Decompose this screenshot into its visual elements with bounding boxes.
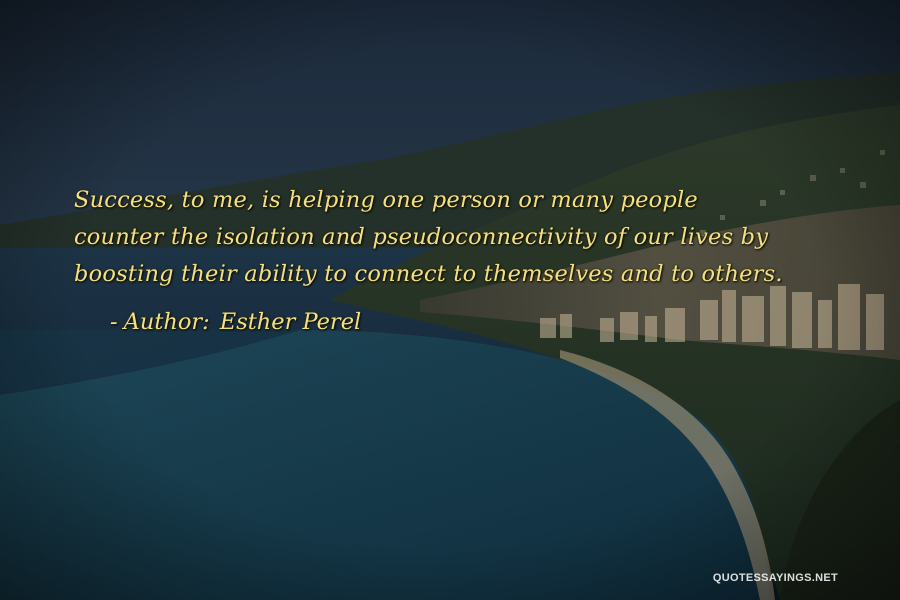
attribution-label: Author:	[123, 309, 210, 335]
quote-attribution: - Author: Esther Perel	[110, 304, 361, 341]
author-name: Esther Perel	[219, 309, 362, 335]
quote-line: boosting their ability to connect to the…	[74, 261, 783, 287]
quote-line: Success, to me, is helping one person or…	[74, 187, 698, 213]
site-watermark: QUOTESSAYINGS.NET	[712, 572, 838, 584]
attribution-dash: -	[110, 309, 118, 335]
quote-text: Success, to me, is helping one person or…	[74, 182, 874, 293]
quote-line: counter the isolation and pseudoconnecti…	[74, 224, 769, 250]
quote-card: Success, to me, is helping one person or…	[0, 0, 900, 600]
coastline-background-photo	[0, 0, 900, 600]
